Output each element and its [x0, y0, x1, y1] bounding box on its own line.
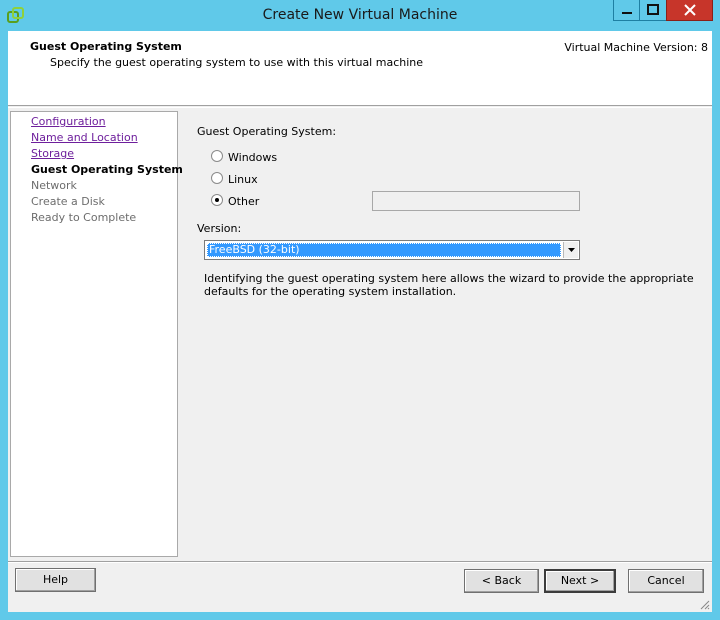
step-storage[interactable]: Storage [31, 147, 74, 160]
step-guest-operating-system: Guest Operating System [31, 163, 183, 176]
back-button[interactable]: < Back [464, 569, 539, 593]
step-name-and-location[interactable]: Name and Location [31, 131, 138, 144]
header-subtitle: Specify the guest operating system to us… [50, 56, 424, 69]
other-radio-label[interactable]: Other [228, 195, 259, 208]
header-title: Guest Operating System [30, 40, 182, 53]
linux-radio-label[interactable]: Linux [228, 173, 258, 186]
version-selected-value: FreeBSD (32-bit) [207, 243, 561, 257]
step-create-a-disk: Create a Disk [31, 195, 105, 208]
close-icon [683, 4, 696, 16]
window-title: Create New Virtual Machine [262, 7, 458, 23]
chevron-down-icon [567, 248, 575, 252]
windows-radio-label[interactable]: Windows [228, 151, 277, 164]
wizard-main-panel: Guest Operating System: Windows Linux Ot… [178, 111, 712, 557]
title-bar[interactable]: Create New Virtual Machine [0, 0, 720, 31]
resize-grip-icon[interactable] [698, 598, 710, 610]
next-button[interactable]: Next > [544, 569, 616, 593]
cancel-button[interactable]: Cancel [628, 569, 704, 593]
help-button[interactable]: Help [15, 568, 96, 592]
footer-divider-highlight [8, 562, 712, 563]
other-os-input[interactable] [372, 191, 580, 211]
maximize-button[interactable] [639, 0, 667, 21]
maximize-icon [647, 4, 659, 15]
header-divider [8, 107, 712, 108]
version-dropdown-button[interactable] [563, 242, 578, 258]
guest-os-label: Guest Operating System: [197, 125, 337, 138]
minimize-icon [621, 12, 632, 14]
step-ready-to-complete: Ready to Complete [31, 211, 137, 224]
wizard-steps-panel: Configuration Name and Location Storage … [10, 111, 183, 557]
windows-radio[interactable] [211, 150, 223, 162]
wizard-window: Create New Virtual Machine Guest Operati… [0, 0, 720, 620]
vm-version-label: Virtual Machine Version: 8 [564, 41, 708, 54]
other-radio[interactable] [211, 194, 223, 206]
version-label: Version: [197, 222, 242, 235]
close-button[interactable] [666, 0, 713, 21]
step-configuration[interactable]: Configuration [31, 115, 106, 128]
wizard-client: Guest Operating System Specify the guest… [8, 31, 712, 612]
minimize-button[interactable] [613, 0, 640, 21]
version-dropdown[interactable]: FreeBSD (32-bit) [204, 240, 580, 260]
step-network: Network [31, 179, 77, 192]
linux-radio[interactable] [211, 172, 223, 184]
wizard-header: Guest Operating System Specify the guest… [8, 31, 712, 106]
guest-os-description: Identifying the guest operating system h… [204, 272, 694, 298]
